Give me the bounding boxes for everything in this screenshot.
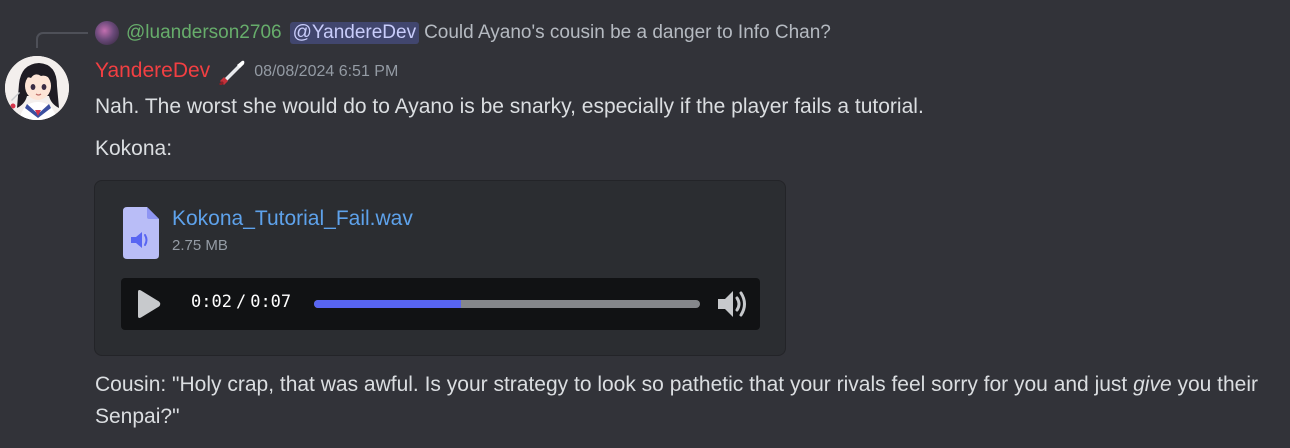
audio-current-time: 0:02 [191,292,232,312]
author-name[interactable]: YandereDev [95,59,210,83]
reply-reference[interactable]: @luanderson2706 @YandereDev Could Ayano'… [95,20,831,46]
attachment-file-name[interactable]: Kokona_Tutorial_Fail.wav [172,207,413,231]
volume-icon[interactable] [715,287,751,321]
message-text-line-2: Kokona: [95,137,173,160]
author-avatar[interactable] [5,56,69,120]
audio-time-separator: / [235,292,247,312]
reply-avatar[interactable] [95,21,119,45]
reply-username[interactable]: @luanderson2706 [126,22,282,44]
attachment-file-size: 2.75 MB [172,237,228,254]
reply-spine [36,32,88,48]
play-icon[interactable] [134,289,162,319]
reply-text[interactable]: Could Ayano's cousin be a danger to Info… [424,22,831,44]
quote-text-start: Cousin: "Holy crap, that was awful. Is y… [95,373,1134,396]
audio-file-icon [123,207,159,259]
reply-mention[interactable]: @YandereDev [289,22,420,44]
message-text-line-1: Nah. The worst she would do to Ayano is … [95,95,924,118]
audio-progress-fill [314,300,461,308]
audio-progress-bar[interactable] [314,300,700,308]
message-text-quote: Cousin: "Holy crap, that was awful. Is y… [95,369,1275,433]
audio-attachment: Kokona_Tutorial_Fail.wav 2.75 MB 0:02 / … [94,180,786,356]
message-timestamp[interactable]: 08/08/2024 6:51 PM [254,63,398,81]
audio-time-display: 0:02 / 0:07 [191,292,291,312]
audio-duration: 0:07 [250,292,292,312]
quote-emphasis: give [1133,373,1172,396]
audio-player: 0:02 / 0:07 [121,278,760,330]
message-header: YandereDev 08/08/2024 6:51 PM [95,56,398,86]
knife-icon[interactable] [216,57,248,85]
